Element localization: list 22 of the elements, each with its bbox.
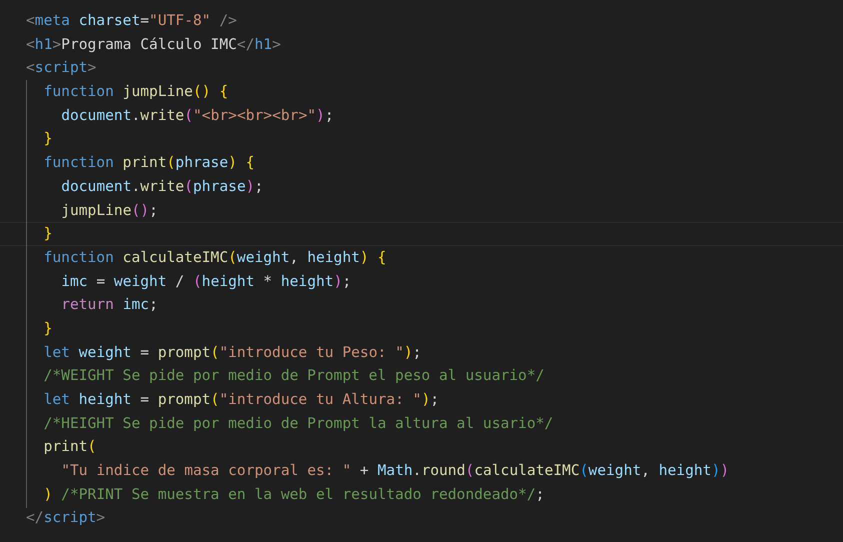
code-line: </script> [25, 508, 106, 528]
code-line: document.write(phrase); [60, 176, 264, 197]
code-line: /*WEIGHT Se pide por medio de Prompt el peso al usuario*/ [42, 366, 546, 386]
code-line: imc = weight / (height * height); [60, 272, 352, 292]
code-line: ) /*PRINT Se muestra en la web el resultado redondeado*/; [42, 484, 546, 505]
code-line: let weight = prompt("introduce tu Peso: "); [42, 342, 422, 363]
code-line: } [42, 129, 54, 150]
code-line: /*HEIGHT Se pide por medio de Prompt la altura al usario*/ [42, 414, 554, 434]
code-line: "Tu indice de masa corporal es: " + Math.round(calculateIMC(weight, height)) [60, 461, 730, 482]
code-line: print( [42, 437, 98, 458]
code-line: let height = prompt("introduce tu Altura: "); [42, 390, 440, 410]
code-line: jumpLine(); [60, 200, 159, 220]
code-line: function print(phrase) { [42, 153, 256, 174]
code-line: document.write("<br><br><br>"); [60, 106, 335, 126]
code-line: } [0, 222, 843, 246]
code-line: function jumpLine() { [42, 82, 230, 102]
code-line: function calculateIMC(weight, height) { [42, 248, 388, 268]
code-line: <h1>Programa Cálculo IMC</h1> [25, 34, 282, 55]
code-line: <script> [25, 58, 98, 78]
code-line: <meta charset="UTF-8" /> [25, 11, 238, 31]
code-line: return imc; [60, 295, 159, 316]
code-line: } [42, 318, 54, 339]
